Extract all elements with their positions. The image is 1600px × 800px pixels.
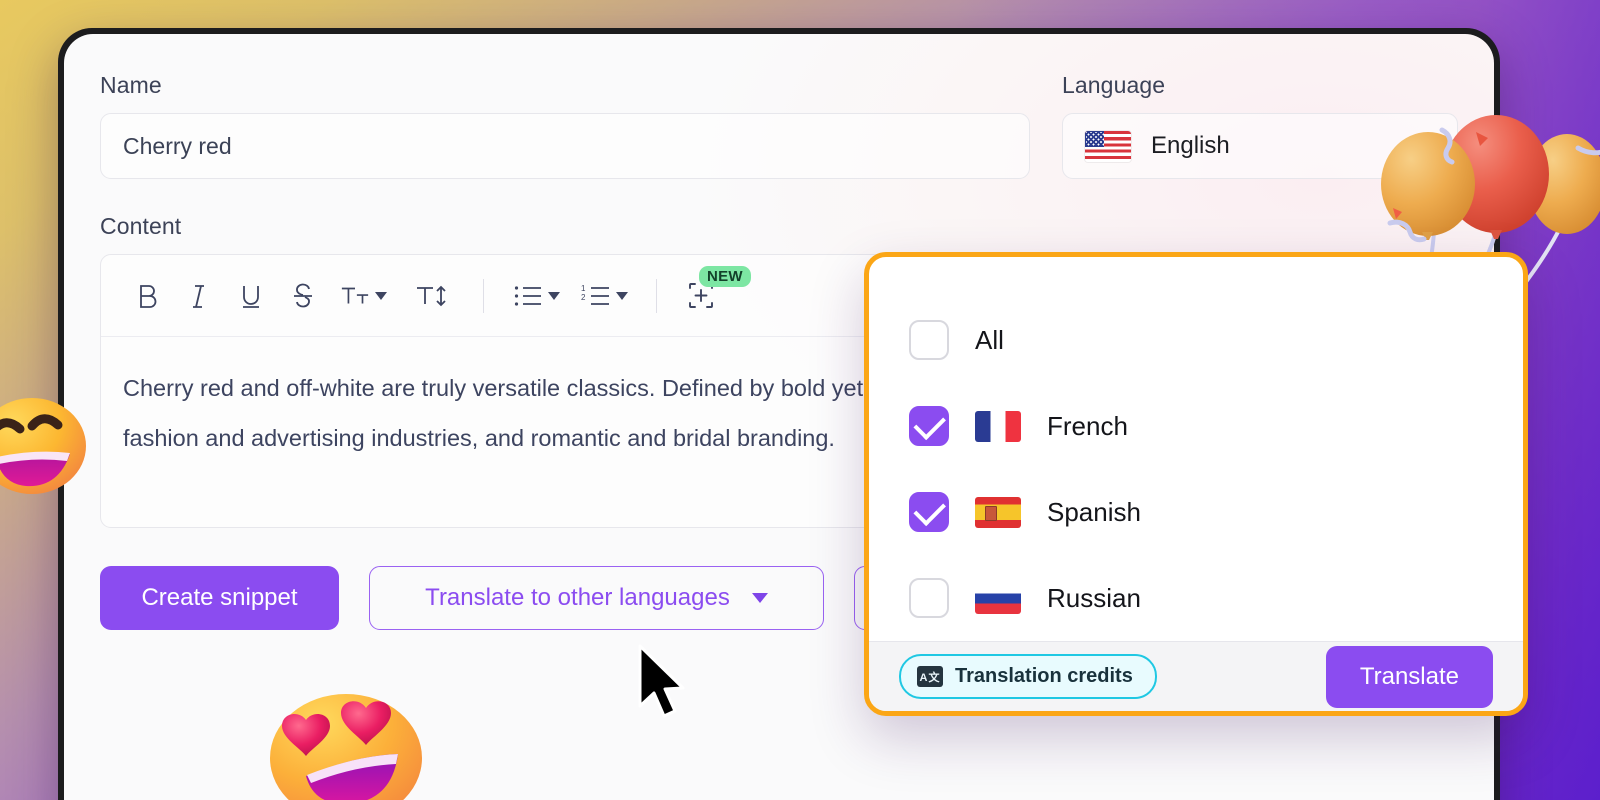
language-option-spanish[interactable]: Spanish [909,469,1483,555]
language-option-label: Russian [1047,582,1141,613]
bold-icon[interactable] [123,272,171,320]
language-list: All French Spanish Russian [869,257,1523,641]
chevron-down-icon [374,291,387,300]
checkbox-russian[interactable] [909,578,949,618]
toolbar-divider [483,278,484,313]
svg-text:1: 1 [581,284,586,293]
translation-credits-chip[interactable]: A文 Translation credits [899,654,1157,699]
dropdown-footer: A文 Translation credits Translate [869,641,1523,711]
language-option-label: French [1047,410,1128,441]
translate-button[interactable]: Translate [1325,645,1493,708]
screenshot-stage: Name Cherry red Language English Content [0,0,1600,800]
language-field-group: Language English [1062,72,1458,179]
translation-credits-label: Translation credits [955,665,1133,687]
language-select[interactable]: English [1062,113,1458,179]
svg-text:2: 2 [581,293,586,302]
name-label: Name [100,72,162,98]
language-label: Language [1062,72,1166,98]
flag-france-icon [975,410,1021,442]
insert-snippet-icon[interactable]: NEW [677,265,751,320]
checkbox-spanish[interactable] [909,492,949,532]
name-input[interactable]: Cherry red [100,113,1030,179]
checkbox-french[interactable] [909,406,949,446]
italic-icon[interactable] [175,272,223,320]
numbered-list-icon[interactable]: 1 2 [572,272,636,320]
flag-russia-icon [975,582,1021,614]
strikethrough-icon[interactable] [279,272,327,320]
font-size-icon[interactable] [331,272,395,320]
translate-dropdown-label: Translate to other languages [425,584,730,611]
line-height-icon[interactable] [399,272,463,320]
translate-to-other-languages-button[interactable]: Translate to other languages [369,566,824,630]
toolbar-divider [656,278,657,313]
checkbox-all[interactable] [909,320,949,360]
chevron-down-icon [547,291,560,300]
new-badge: NEW [699,265,751,287]
content-label: Content [100,213,182,239]
bullet-list-icon[interactable] [504,272,568,320]
language-option-all[interactable]: All [909,297,1483,383]
language-option-russian[interactable]: Russian [909,555,1483,641]
name-field-group: Name Cherry red [100,72,1030,179]
language-option-label: Spanish [1047,496,1141,527]
language-select-value: English [1151,132,1230,159]
chevron-down-icon [615,291,628,300]
underline-icon[interactable] [227,272,275,320]
language-selection-dropdown: All French Spanish Russian A文 Translatio… [864,252,1528,716]
translate-icon: A文 [917,666,943,687]
flag-us-icon [1085,130,1131,162]
create-snippet-button[interactable]: Create snippet [100,566,339,630]
chevron-down-icon [751,593,768,603]
form-row-top: Name Cherry red Language English [100,72,1458,179]
flag-spain-icon [975,496,1021,528]
language-option-french[interactable]: French [909,383,1483,469]
name-input-value: Cherry red [123,132,232,159]
language-option-label: All [975,324,1004,355]
